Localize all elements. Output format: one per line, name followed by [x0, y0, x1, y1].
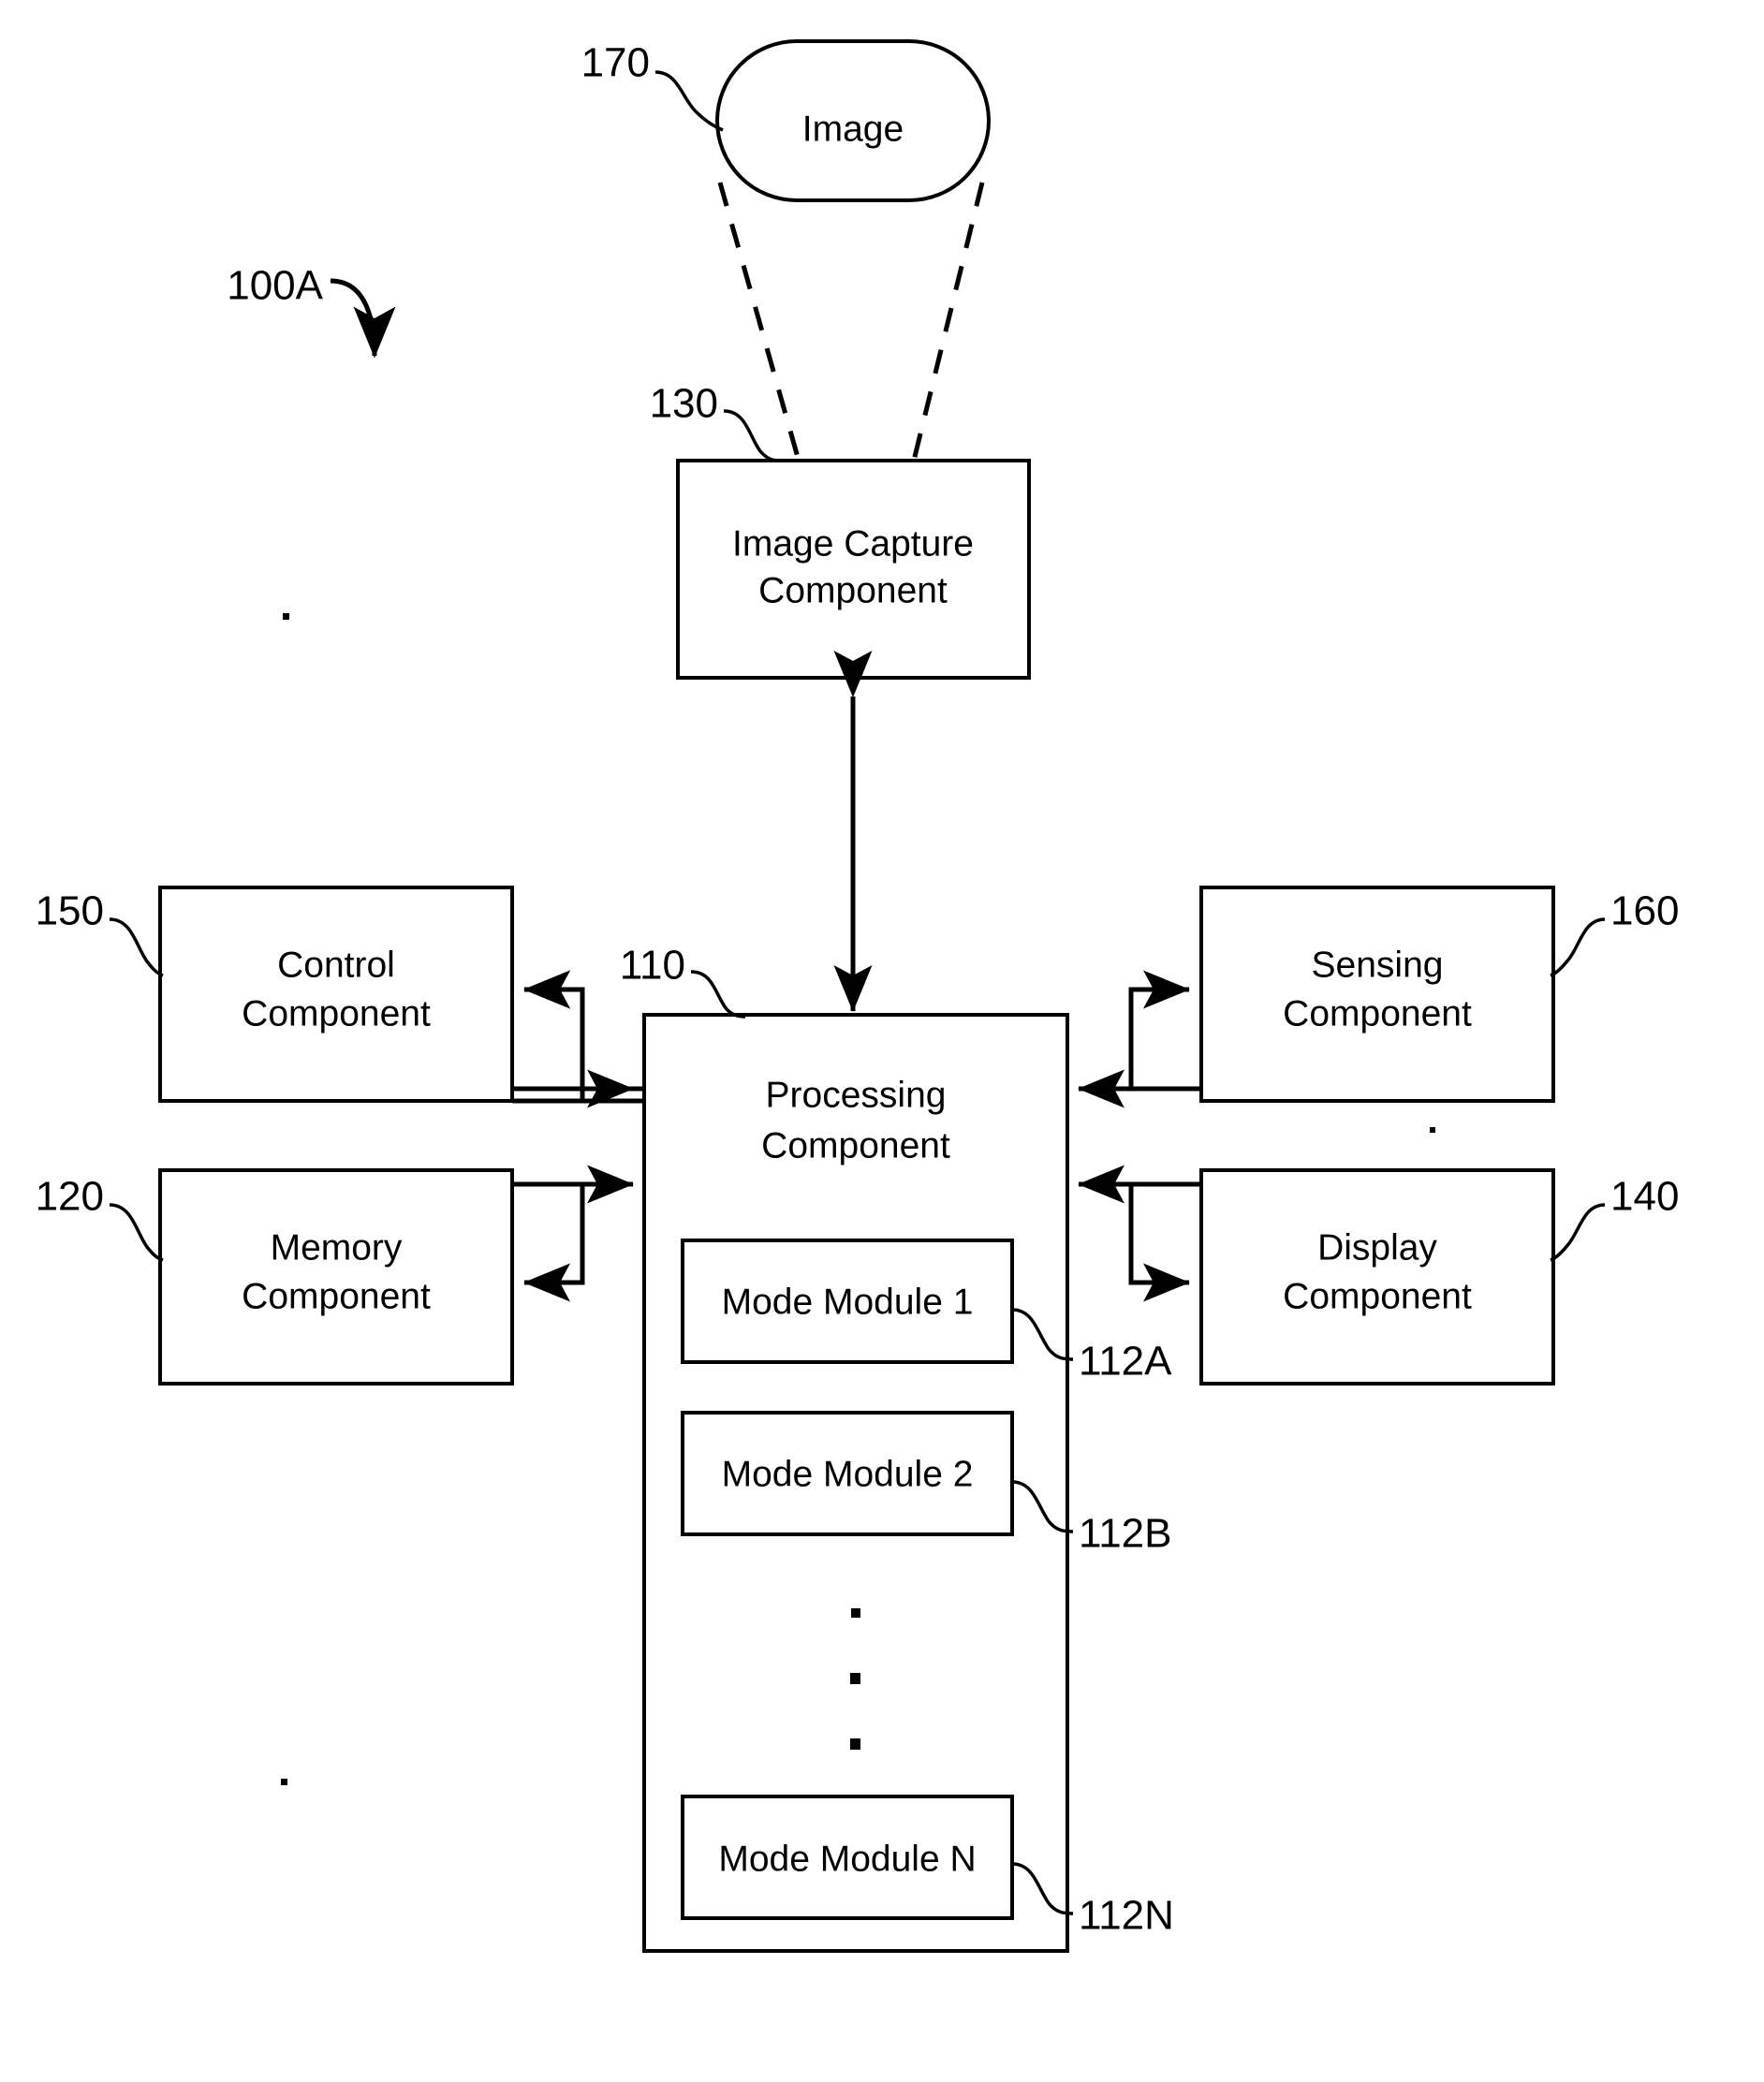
ellipsis-dot-1	[851, 1608, 860, 1618]
fov-line-left	[717, 182, 801, 462]
fov-line-right	[911, 182, 985, 462]
connector-left-upper-return	[522, 970, 585, 1089]
control-component-label-line1: Control	[277, 945, 395, 985]
connector-processing-to-display	[1128, 1184, 1191, 1302]
image-capture-component-label-line1: Image Capture	[732, 523, 974, 564]
ref-number-112b: 112B	[1079, 1511, 1172, 1557]
memory-component-label-line1: Memory	[271, 1227, 403, 1268]
leader-line-120	[109, 1203, 164, 1262]
ellipsis-dot-3	[850, 1738, 860, 1750]
ref-number-150: 150	[36, 888, 104, 934]
ref-number-170: 170	[581, 40, 650, 86]
sensing-component-label-line1: Sensing	[1312, 945, 1444, 985]
figure-reference-arrow	[330, 278, 396, 359]
ref-number-112a: 112A	[1079, 1339, 1172, 1385]
leader-line-150	[109, 917, 164, 977]
connector-processing-to-sensing	[1128, 970, 1191, 1089]
ref-number-120: 120	[36, 1174, 104, 1220]
scan-speck-upper-left	[283, 613, 289, 620]
image-blob-label: Image	[802, 109, 904, 149]
ref-number-130: 130	[650, 381, 718, 427]
mode-module-2-label: Mode Module 2	[722, 1454, 974, 1494]
leader-line-110	[690, 970, 746, 1019]
connector-left-lower-return	[522, 1184, 585, 1302]
patent-figure-canvas: Image 170 Image Capture Component 130 10…	[0, 0, 1764, 2082]
image-capture-component-label-line2: Component	[758, 570, 948, 610]
ref-number-112n: 112N	[1079, 1893, 1174, 1939]
processing-component-label-line1: Processing	[766, 1075, 947, 1115]
display-component-label-line1: Display	[1317, 1227, 1437, 1268]
leader-line-160	[1550, 917, 1606, 977]
memory-component-label-line2: Component	[242, 1276, 431, 1316]
figure-reference-100a: 100A	[227, 263, 323, 309]
leader-line-130	[723, 409, 780, 462]
ref-number-110: 110	[620, 943, 685, 989]
scan-speck-right	[1430, 1127, 1435, 1133]
control-component-label-line2: Component	[242, 993, 431, 1034]
figure-100a-diagram: Image 170 Image Capture Component 130 10…	[36, 39, 1679, 1953]
scan-speck-lower-left	[281, 1779, 287, 1785]
leader-line-140	[1550, 1203, 1606, 1262]
display-component-label-line2: Component	[1283, 1276, 1472, 1316]
image-capture-component-box[interactable]	[676, 459, 1031, 680]
ref-number-140: 140	[1610, 1174, 1679, 1220]
processing-component-label-line2: Component	[761, 1125, 950, 1166]
sensing-component-label-line2: Component	[1283, 993, 1472, 1034]
ref-number-160: 160	[1610, 888, 1679, 934]
mode-module-1-label: Mode Module 1	[722, 1282, 974, 1322]
mode-module-n-label: Mode Module N	[718, 1839, 976, 1879]
leader-line-170	[654, 70, 724, 132]
ellipsis-dot-2	[850, 1673, 860, 1684]
